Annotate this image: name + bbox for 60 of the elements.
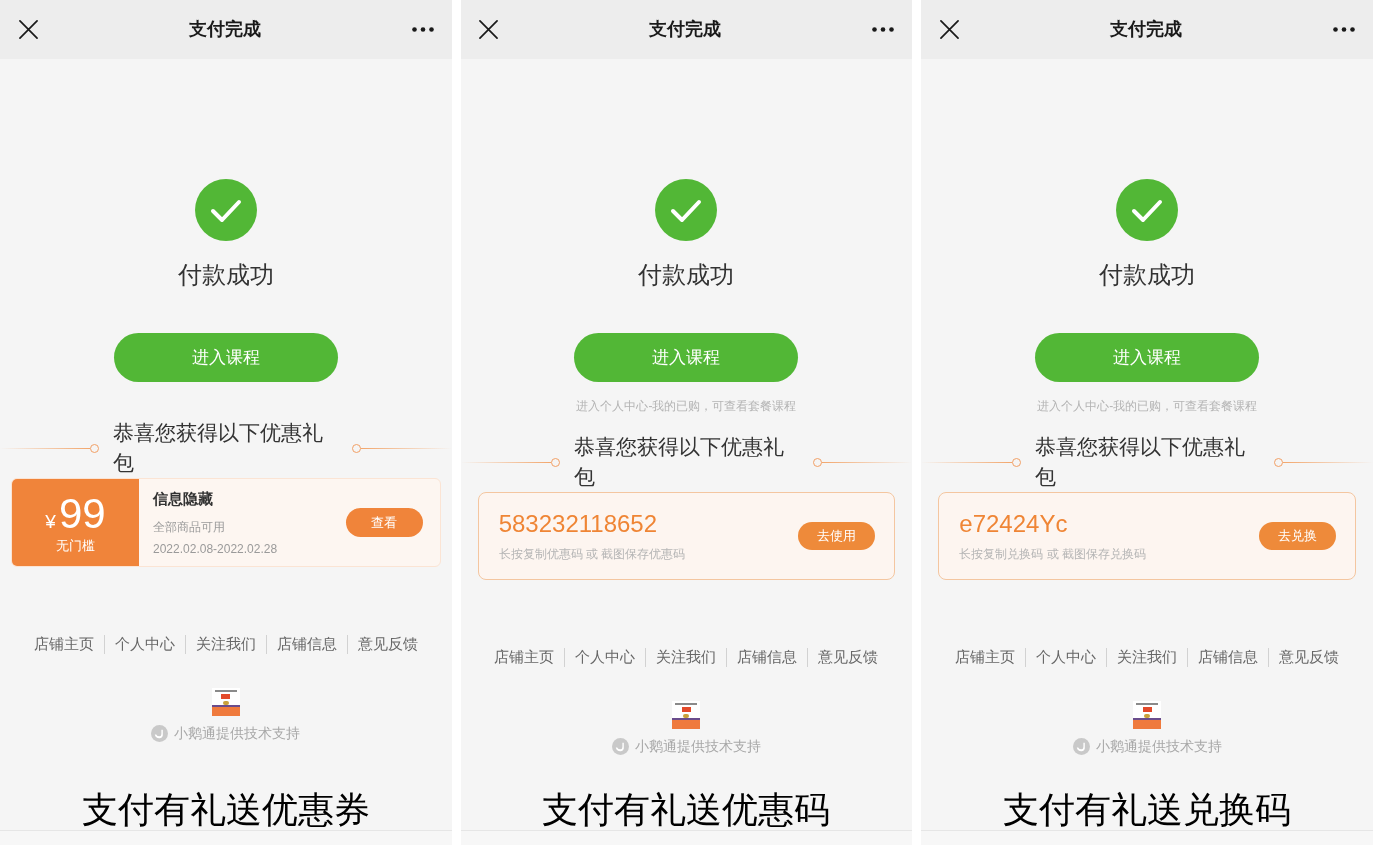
gift-heading: 恭喜您获得以下优惠礼包 [1034,434,1246,490]
support-text: 小鹅通提供技术支持 [174,724,301,743]
gift-heading: 恭喜您获得以下优惠礼包 [113,420,325,476]
promo-thumbnail [1133,701,1162,729]
footer-link[interactable]: 关注我们 [1117,647,1178,667]
footer-link[interactable]: 关注我们 [656,647,717,667]
close-icon [479,20,499,39]
coupon-scope: 全部商品可用 [153,518,226,535]
hint-text: 进入个人中心-我的已购，可查看套餐课程 [1037,398,1258,414]
more-icon [872,27,895,32]
caption: 支付有礼送优惠券 [81,790,370,830]
footer-link[interactable]: 店铺信息 [276,634,337,654]
page-title: 支付完成 [649,18,722,41]
close-button[interactable] [477,18,500,41]
code-instruction: 长按复制兑换码 或 截图保存兑换码 [959,546,1147,562]
success-check-icon [655,179,718,241]
payment-status: 付款成功 [1099,260,1196,290]
redeem-code: 583232118652 [498,510,659,538]
coupon-condition: 无门槛 [56,536,95,555]
footer-link[interactable]: 意见反馈 [1279,647,1340,667]
close-icon [939,20,959,39]
footer-link[interactable]: 关注我们 [195,634,256,654]
support-logo-icon [1072,737,1090,755]
footer-link[interactable]: 店铺主页 [955,647,1016,667]
footer-link[interactable]: 个人中心 [575,647,636,667]
page-title: 支付完成 [188,18,261,41]
payment-status: 付款成功 [177,260,274,290]
code-instruction: 长按复制优惠码 或 截图保存优惠码 [498,546,687,562]
support-text: 小鹅通提供技术支持 [635,737,761,756]
success-check-icon [1116,179,1179,241]
footer-link[interactable]: 个人中心 [114,634,175,654]
success-check-icon [194,179,257,241]
coupon-amount: 99 [58,490,106,537]
footer-link[interactable]: 店铺主页 [494,647,555,667]
footer-link[interactable]: 店铺信息 [1198,647,1259,667]
close-button[interactable] [938,18,961,41]
close-button[interactable] [17,18,39,41]
promo-thumbnail [211,688,240,716]
page-title: 支付完成 [1110,18,1183,41]
footer-link[interactable]: 个人中心 [1036,647,1097,667]
hint-text: 进入个人中心-我的已购，可查看套餐课程 [576,398,797,414]
support-logo-icon [151,724,169,742]
footer-link[interactable]: 意见反馈 [818,647,879,667]
more-icon [411,27,434,32]
more-icon [1333,27,1355,32]
footer-link[interactable]: 意见反馈 [357,634,418,654]
support-text: 小鹅通提供技术支持 [1095,737,1222,756]
payment-status: 付款成功 [638,260,735,290]
redeem-code: e72424Yc [959,510,1069,538]
caption: 支付有礼送优惠码 [542,790,831,830]
promo-thumbnail [672,701,701,729]
close-icon [18,20,38,39]
caption: 支付有礼送兑换码 [1003,790,1292,830]
footer-link[interactable]: 店铺信息 [737,647,798,667]
footer-link[interactable]: 店铺主页 [33,634,94,654]
coupon-validity: 2022.02.08-2022.02.28 [153,540,279,557]
coupon-title: 信息隐藏 [153,488,214,509]
currency-symbol: ¥ [45,509,56,534]
support-logo-icon [612,737,629,755]
gift-heading: 恭喜您获得以下优惠礼包 [574,434,785,490]
